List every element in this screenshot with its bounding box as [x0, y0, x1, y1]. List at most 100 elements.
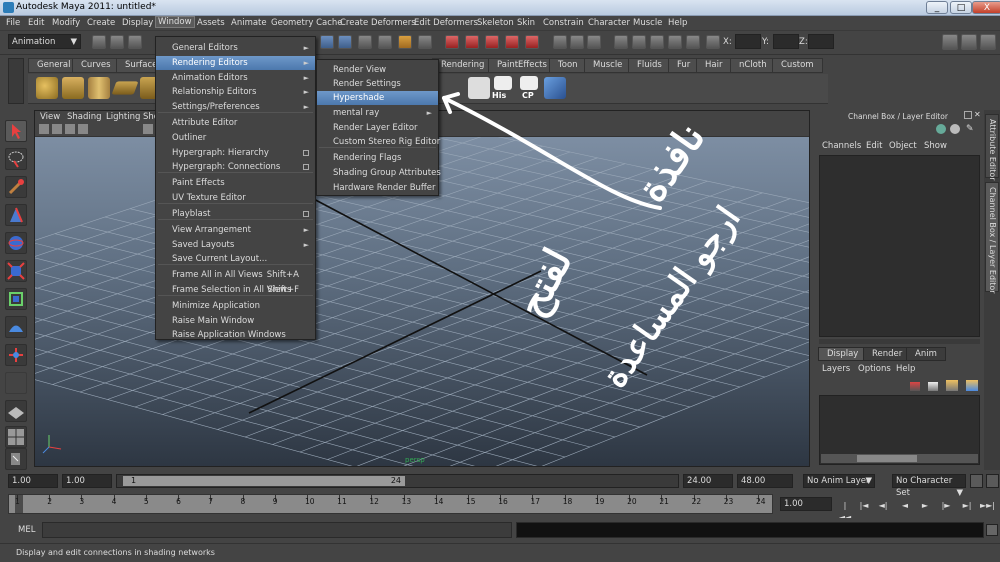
menu-create-deformers[interactable]: Create Deformers: [340, 18, 416, 28]
command-input[interactable]: [42, 522, 512, 538]
menu-edit[interactable]: Edit: [28, 18, 44, 28]
channel-filter-icon[interactable]: [936, 124, 946, 134]
select-object-icon[interactable]: [338, 35, 352, 49]
window-menu-item-raise-main-window[interactable]: Raise Main Window: [156, 314, 315, 328]
menu-assets[interactable]: Assets: [197, 18, 225, 28]
four-pane-layout-icon[interactable]: [5, 426, 27, 448]
panel-divider[interactable]: [819, 339, 980, 344]
lock-selection-icon[interactable]: [398, 35, 412, 49]
snap-view-plane-icon[interactable]: [505, 35, 519, 49]
close-button[interactable]: X: [972, 1, 1000, 14]
construction-history-icon[interactable]: [570, 35, 584, 49]
range-end-field[interactable]: 24.00: [683, 474, 733, 488]
window-menu-item-paint-effects[interactable]: Paint Effects: [156, 176, 315, 190]
layer-menu-help[interactable]: Help: [896, 364, 915, 374]
menu-set-dropdown[interactable]: Animation ▼: [8, 34, 81, 49]
cube-icon[interactable]: [62, 77, 84, 99]
channel-menu-show[interactable]: Show: [924, 141, 947, 151]
select-tool-icon[interactable]: [5, 120, 27, 142]
channel-box-tab[interactable]: Channel Box / Layer Editor: [985, 182, 999, 294]
relative-transform-icon[interactable]: [706, 35, 720, 49]
window-menu-item-attribute-editor[interactable]: Attribute Editor: [156, 116, 315, 130]
select-component-icon[interactable]: [358, 35, 372, 49]
cylinder-icon[interactable]: [88, 77, 110, 99]
go-to-start-button[interactable]: |◄◄: [838, 500, 852, 522]
option-box-icon[interactable]: [303, 150, 309, 156]
soft-modification-icon[interactable]: [5, 316, 27, 338]
window-menu-item-playblast[interactable]: Playblast: [156, 207, 315, 221]
tab-painteffects[interactable]: PaintEffects: [488, 58, 556, 73]
window-menu-item-minimize-application[interactable]: Minimize Application: [156, 299, 315, 313]
option-box-icon[interactable]: [303, 164, 309, 170]
step-back-key-button[interactable]: |◄: [857, 500, 871, 513]
x-coord-field[interactable]: [735, 34, 761, 49]
channel-menu-object[interactable]: Object: [889, 141, 917, 151]
select-camera-icon[interactable]: [39, 124, 49, 134]
z-coord-field[interactable]: [808, 34, 834, 49]
anim-preferences-button[interactable]: [986, 474, 999, 488]
tab-custom[interactable]: Custom: [772, 58, 823, 73]
show-manipulator-icon[interactable]: [5, 344, 27, 366]
tab-toon[interactable]: Toon: [549, 58, 587, 73]
render-menu-item-mental-ray[interactable]: mental ray ►: [317, 106, 438, 120]
panel-close-icon[interactable]: ✕: [974, 110, 981, 119]
scrollbar-thumb[interactable]: [857, 455, 917, 462]
option-box-icon[interactable]: [303, 211, 309, 217]
tab-anim[interactable]: Anim: [906, 347, 946, 361]
y-coord-field[interactable]: [773, 34, 799, 49]
channel-pick-icon[interactable]: ✎: [966, 124, 974, 134]
tab-curves[interactable]: Curves: [72, 58, 120, 73]
paint-select-tool-icon[interactable]: [5, 176, 27, 198]
history-shelf-icon[interactable]: [494, 76, 512, 90]
window-menu-item-raise-application-windows[interactable]: Raise Application Windows: [156, 328, 315, 342]
menu-create[interactable]: Create: [87, 18, 115, 28]
layer-menu-layers[interactable]: Layers: [822, 364, 850, 374]
tab-display[interactable]: Display: [818, 347, 868, 361]
window-menu-item-outliner[interactable]: Outliner: [156, 131, 315, 145]
render-menu-item-render-view[interactable]: Render View: [317, 63, 438, 77]
new-layer-selected-icon[interactable]: [946, 380, 958, 391]
attribute-editor-tab[interactable]: Attribute Editor: [985, 114, 999, 181]
menu-display[interactable]: Display: [122, 18, 153, 28]
image-plane-icon[interactable]: [78, 124, 88, 134]
window-menu-item-settings-preferences[interactable]: Settings/Preferences ►: [156, 100, 315, 114]
command-language-label[interactable]: MEL: [18, 525, 35, 535]
universal-manipulator-icon[interactable]: [5, 288, 27, 310]
character-set-dropdown[interactable]: No Character Set ▼: [892, 474, 966, 498]
menu-help[interactable]: Help: [668, 18, 687, 28]
script-editor-button[interactable]: [986, 524, 998, 536]
make-live-icon[interactable]: [525, 35, 539, 49]
render-view-icon[interactable]: [668, 35, 682, 49]
tab-hair[interactable]: Hair: [696, 58, 732, 73]
window-menu-item-hypergraph-hierarchy[interactable]: Hypergraph: Hierarchy: [156, 146, 315, 160]
play-forwards-button[interactable]: ►: [918, 500, 932, 513]
window-menu-item-frame-selection-in-all-views[interactable]: Frame Selection in All Views Shift+F: [156, 283, 315, 297]
window-menu-item-saved-layouts[interactable]: Saved Layouts ►: [156, 238, 315, 252]
end-time-field[interactable]: 48.00: [737, 474, 793, 488]
open-scene-icon[interactable]: [110, 35, 124, 49]
scale-tool-icon[interactable]: [5, 260, 27, 282]
viewport-menu-view[interactable]: View: [40, 112, 60, 122]
menu-skeleton[interactable]: Skeleton: [477, 18, 514, 28]
show-channel-box-icon[interactable]: [980, 34, 996, 50]
plane-icon[interactable]: [111, 81, 139, 95]
render-menu-item-custom-stereo-rig-editor[interactable]: Custom Stereo Rig Editor: [317, 135, 440, 149]
channel-menu-channels[interactable]: Channels: [822, 141, 861, 151]
window-menu-item-save-current-layout[interactable]: Save Current Layout...: [156, 252, 315, 266]
tab-render[interactable]: Render: [863, 347, 912, 361]
render-menu-item-render-settings[interactable]: Render Settings: [317, 77, 438, 91]
channel-display-icon[interactable]: [950, 124, 960, 134]
menu-muscle[interactable]: Muscle: [633, 18, 662, 28]
range-slider[interactable]: 1 24: [116, 474, 679, 488]
window-menu-item-view-arrangement[interactable]: View Arrangement ►: [156, 223, 315, 237]
viewport-menu-lighting[interactable]: Lighting: [106, 112, 140, 122]
menu-window[interactable]: Window: [155, 16, 195, 28]
rotate-tool-icon[interactable]: [5, 232, 27, 254]
menu-animate[interactable]: Animate: [231, 18, 267, 28]
save-scene-icon[interactable]: [128, 35, 142, 49]
select-hierarchy-icon[interactable]: [320, 35, 334, 49]
window-menu-item-uv-texture-editor[interactable]: UV Texture Editor: [156, 191, 315, 205]
layer-menu-options[interactable]: Options: [858, 364, 891, 374]
render-menu-item-rendering-flags[interactable]: Rendering Flags: [317, 151, 438, 165]
tab-fur[interactable]: Fur: [668, 58, 700, 73]
